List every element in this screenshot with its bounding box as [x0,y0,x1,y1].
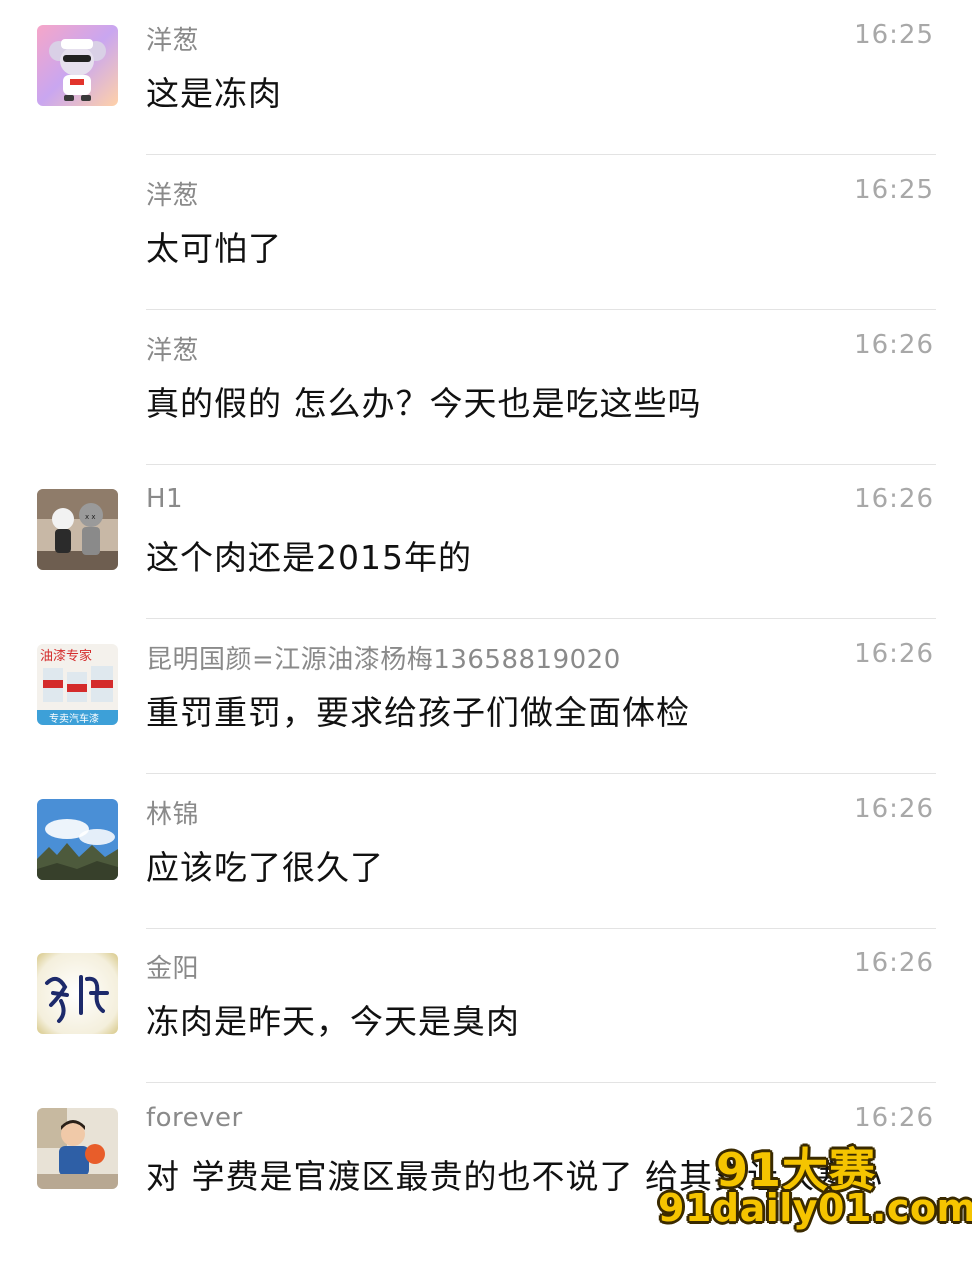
timestamp: 16:25 [854,20,934,50]
timestamp: 16:26 [854,484,934,514]
message-text: 这是冻肉 [146,74,282,113]
list-item[interactable]: 洋葱 16:25 这是冻肉 [0,0,972,155]
list-item[interactable]: forever 16:26 对 学费是官渡区最贵的也不说了 给其实让人寒心 [0,1083,972,1280]
list-item[interactable]: 油漆专家 专卖汽车漆 昆明国颜=江源油漆杨梅13658819020 16:26 … [0,619,972,774]
message-text: 真的假的 怎么办？今天也是吃这些吗 [146,384,702,423]
avatar[interactable] [37,1108,118,1189]
figure-toy-icon: x x [37,489,118,570]
sender-name: forever [146,1103,243,1133]
avatar[interactable] [37,799,118,880]
child-photo-icon [37,1108,118,1189]
avatar[interactable] [37,953,118,1034]
sender-name: 洋葱 [146,26,200,56]
sender-name: 洋葱 [146,181,200,211]
svg-text:油漆专家: 油漆专家 [40,648,92,664]
landscape-icon [37,799,118,880]
calligraphy-icon [37,953,118,1034]
list-item[interactable]: 洋葱 16:25 太可怕了 [0,155,972,310]
svg-text:x x: x x [85,513,96,521]
message-text: 冻肉是昨天，今天是臭肉 [146,1002,520,1041]
list-item[interactable]: x x H1 16:26 这个肉还是2015年的 [0,464,972,619]
sender-name: 林锦 [146,800,200,830]
timestamp: 16:26 [854,948,934,978]
sender-name: 洋葱 [146,336,200,366]
svg-text:专卖汽车漆: 专卖汽车漆 [49,712,99,725]
avatar[interactable] [37,25,118,106]
timestamp: 16:25 [854,175,934,205]
list-item[interactable]: 林锦 16:26 应该吃了很久了 [0,774,972,929]
sender-name: 昆明国颜=江源油漆杨梅13658819020 [146,645,621,675]
comment-feed: 洋葱 16:25 这是冻肉 洋葱 16:25 太可怕了 洋葱 16:26 真的假… [0,0,972,1280]
timestamp: 16:26 [854,794,934,824]
paint-cans-icon: 油漆专家 专卖汽车漆 [37,644,118,725]
avatar[interactable]: x x [37,489,118,570]
list-item[interactable]: 金阳 16:26 冻肉是昨天，今天是臭肉 [0,928,972,1083]
sender-name: H1 [146,484,184,514]
sender-name: 金阳 [146,954,200,984]
message-text: 应该吃了很久了 [146,848,384,887]
avatar[interactable]: 油漆专家 专卖汽车漆 [37,644,118,725]
message-text: 这个肉还是2015年的 [146,538,472,577]
cartoon-mouse-icon [37,25,118,106]
timestamp: 16:26 [854,1103,934,1133]
message-text: 对 学费是官渡区最贵的也不说了 给其实让人寒心 [146,1157,883,1196]
message-text: 重罚重罚，要求给孩子们做全面体检 [146,693,690,732]
message-text: 太可怕了 [146,229,282,268]
list-item[interactable]: 洋葱 16:26 真的假的 怎么办？今天也是吃这些吗 [0,310,972,465]
timestamp: 16:26 [854,330,934,360]
timestamp: 16:26 [854,639,934,669]
